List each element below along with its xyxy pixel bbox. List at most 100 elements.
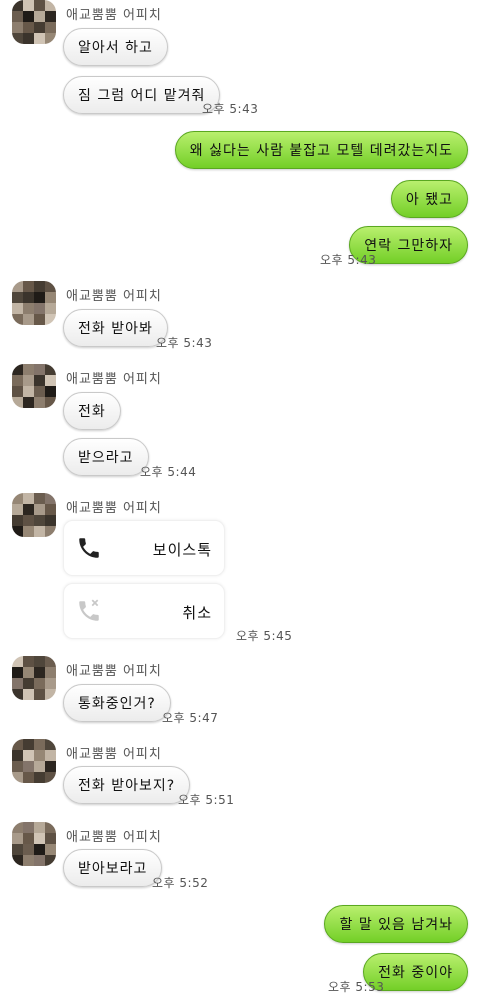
avatar-tile: [34, 739, 45, 750]
avatar-tile: [23, 689, 34, 700]
avatar-tile: [45, 375, 56, 386]
message-bubble[interactable]: 받으라고: [63, 438, 149, 476]
avatar-tile: [12, 656, 23, 667]
avatar-tile: [34, 833, 45, 844]
avatar-tile: [34, 667, 45, 678]
avatar-tile: [23, 656, 34, 667]
avatar-tile: [45, 833, 56, 844]
message-bubble[interactable]: 할 말 있음 남겨놔: [324, 905, 468, 943]
timestamp: 오후 5:44: [140, 465, 197, 479]
avatar-tile: [12, 375, 23, 386]
avatar[interactable]: [12, 822, 56, 866]
message-bubble[interactable]: 전화 받아봐: [63, 309, 168, 347]
voice-call-card[interactable]: 보이스톡: [63, 520, 225, 576]
sender-name: 애교뿜뿜 어피치: [66, 501, 162, 516]
call-label: 취소: [182, 604, 212, 622]
avatar-tile: [23, 526, 34, 537]
avatar-tile: [45, 689, 56, 700]
avatar-tile: [12, 515, 23, 526]
message-bubble[interactable]: 전화 받아보지?: [63, 766, 191, 804]
message-bubble[interactable]: 받아보라고: [63, 849, 163, 887]
avatar-tile: [12, 526, 23, 537]
avatar-tile: [34, 822, 45, 833]
avatar-tile: [12, 689, 23, 700]
avatar-tile: [45, 493, 56, 504]
avatar-tile: [23, 750, 34, 761]
avatar-tile: [23, 855, 34, 866]
avatar-tile: [45, 855, 56, 866]
sender-name: 애교뿜뿜 어피치: [66, 8, 162, 23]
avatar[interactable]: [12, 0, 56, 44]
avatar-tile: [34, 314, 45, 325]
message-bubble[interactable]: 아 됐고: [390, 180, 468, 218]
avatar-tile: [23, 0, 34, 11]
avatar-tile: [12, 292, 23, 303]
avatar-tile: [12, 750, 23, 761]
timestamp: 오후 5:53: [328, 980, 385, 994]
avatar-tile: [12, 314, 23, 325]
avatar-tile: [12, 739, 23, 750]
avatar-tile: [34, 11, 45, 22]
avatar-tile: [45, 11, 56, 22]
phone-cancel-icon: [79, 599, 99, 621]
avatar-tile: [34, 678, 45, 689]
avatar-tile: [45, 678, 56, 689]
avatar-tile: [34, 22, 45, 33]
message-bubble[interactable]: 통화중인거?: [63, 684, 171, 722]
avatar-tile: [45, 761, 56, 772]
avatar-tile: [45, 504, 56, 515]
cancelled-call-card[interactable]: 취소: [63, 583, 225, 639]
avatar-tile: [34, 375, 45, 386]
avatar[interactable]: [12, 281, 56, 325]
avatar[interactable]: [12, 364, 56, 408]
avatar[interactable]: [12, 493, 56, 537]
avatar[interactable]: [12, 739, 56, 783]
timestamp: 오후 5:51: [178, 793, 235, 807]
avatar-tile: [12, 386, 23, 397]
avatar-tile: [23, 678, 34, 689]
avatar-tile: [23, 292, 34, 303]
avatar-tile: [12, 397, 23, 408]
avatar-tile: [23, 314, 34, 325]
message-bubble[interactable]: 짐 그럼 어디 맡겨줘: [63, 76, 221, 114]
avatar-tile: [34, 504, 45, 515]
avatar-tile: [12, 833, 23, 844]
avatar-tile: [23, 761, 34, 772]
avatar-tile: [12, 11, 23, 22]
avatar-tile: [23, 739, 34, 750]
timestamp: 오후 5:43: [156, 336, 213, 350]
avatar-tile: [12, 855, 23, 866]
avatar-tile: [45, 656, 56, 667]
timestamp: 오후 5:52: [152, 876, 209, 890]
avatar-tile: [12, 678, 23, 689]
avatar-tile: [23, 833, 34, 844]
avatar-tile: [23, 844, 34, 855]
avatar-tile: [23, 364, 34, 375]
message-bubble[interactable]: 알아서 하고: [63, 28, 168, 66]
avatar-tile: [34, 281, 45, 292]
message-bubble[interactable]: 왜 싫다는 사람 붙잡고 모텔 데려갔는지도: [174, 131, 468, 169]
avatar-tile: [12, 493, 23, 504]
phone-icon: [79, 538, 99, 558]
avatar-tile: [45, 0, 56, 11]
avatar-tile: [23, 303, 34, 314]
message-bubble[interactable]: 전화: [63, 392, 121, 430]
avatar-tile: [12, 667, 23, 678]
avatar-tile: [23, 386, 34, 397]
avatar-tile: [45, 772, 56, 783]
sender-name: 애교뿜뿜 어피치: [66, 830, 162, 845]
avatar-tile: [12, 364, 23, 375]
avatar-tile: [45, 526, 56, 537]
avatar-tile: [34, 493, 45, 504]
avatar[interactable]: [12, 656, 56, 700]
avatar-tile: [12, 761, 23, 772]
avatar-tile: [12, 22, 23, 33]
avatar-tile: [45, 397, 56, 408]
avatar-tile: [34, 386, 45, 397]
avatar-tile: [45, 364, 56, 375]
avatar-tile: [34, 397, 45, 408]
avatar-tile: [45, 292, 56, 303]
avatar-tile: [12, 0, 23, 11]
avatar-tile: [34, 689, 45, 700]
avatar-tile: [45, 515, 56, 526]
